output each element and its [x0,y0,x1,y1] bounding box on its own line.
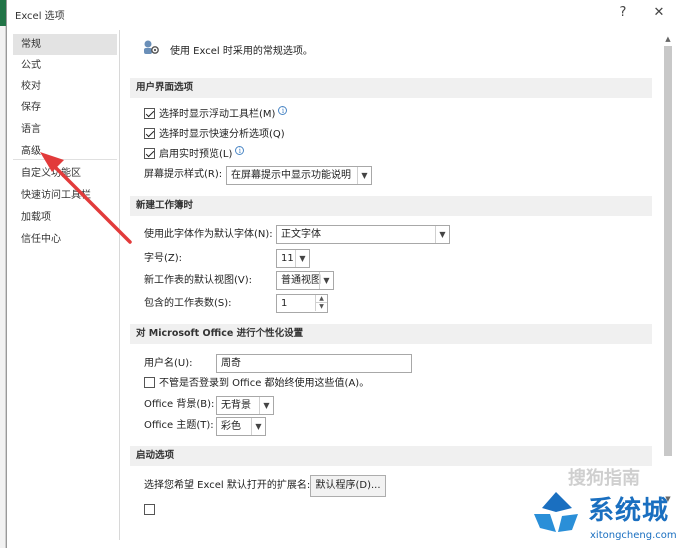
always-use-label: 不管是否登录到 Office 都始终使用这些值(A)。 [159,378,370,389]
nav-item-general[interactable]: 常规 [13,34,117,55]
nav-item-language[interactable]: 语言 [13,119,117,140]
office-background-value: 无背景 [221,400,251,411]
nav-divider [13,159,117,160]
font-size-value: 11 [281,253,294,264]
watermark-brand: 系统城 [588,496,670,526]
default-font-label: 使用此字体作为默认字体(N): [144,229,273,240]
info-icon: i [278,106,288,115]
font-size-label: 字号(Z): [144,253,183,264]
nav-item-formulas[interactable]: 公式 [13,55,117,76]
section-ui-options: 用户界面选项 [130,78,652,98]
office-background-select[interactable]: 无背景 ▼ [216,396,274,415]
general-options-icon [144,40,159,54]
default-view-select[interactable]: 普通视图 ▼ [276,271,334,290]
nav-item-save[interactable]: 保存 [13,97,117,118]
live-preview-checkbox[interactable] [144,147,155,159]
office-theme-value: 彩色 [221,421,241,432]
sheet-count-label: 包含的工作表数(S): [144,298,232,309]
chevron-down-icon: ▼ [357,167,371,184]
intro-text: 使用 Excel 时采用的常规选项。 [170,46,313,57]
nav-item-add-ins[interactable]: 加载项 [13,207,117,228]
default-font-value: 正文字体 [281,229,321,240]
section-personalize: 对 Microsoft Office 进行个性化设置 [130,324,652,344]
vertical-scrollbar[interactable]: ▲ ▼ [663,30,673,510]
section-new-workbook: 新建工作簿时 [130,196,652,216]
default-extension-label: 选择您希望 Excel 默认打开的扩展名: [144,480,311,491]
title-bar: Excel 选项 ? ✕ [7,0,682,28]
chevron-down-icon: ▼ [251,418,265,435]
stepper-down-icon[interactable]: ▼ [315,303,327,311]
sheet-count-stepper[interactable]: 1 ▲ ▼ [276,294,328,313]
nav-item-trust-center[interactable]: 信任中心 [13,229,117,250]
office-theme-label: Office 主题(T): [144,420,214,431]
stepper-up-icon[interactable]: ▲ [315,295,327,303]
chevron-down-icon: ▼ [435,226,449,243]
close-button[interactable]: ✕ [649,4,669,22]
partial-option-row[interactable] [144,502,159,520]
live-preview-label: 启用实时预览(L) [159,149,233,160]
scroll-up-icon[interactable]: ▲ [663,34,673,44]
watermark-logo-icon [534,492,578,532]
default-font-select[interactable]: 正文字体 ▼ [276,225,450,244]
nav-item-customize-ribbon[interactable]: 自定义功能区 [13,163,117,184]
chevron-down-icon: ▼ [319,272,333,289]
username-label: 用户名(U): [144,358,193,369]
scroll-thumb[interactable] [664,46,672,456]
always-use-option[interactable]: 不管是否登录到 Office 都始终使用这些值(A)。 [144,375,369,393]
quick-analysis-option[interactable]: 选择时显示快速分析选项(Q) [144,126,285,144]
watermark-url: xitongcheng.com [590,530,677,541]
default-view-value: 普通视图 [281,275,321,286]
default-programs-button[interactable]: 默认程序(D)... [310,475,386,497]
info-icon: i [235,146,245,155]
watermark-faint-text: 搜狗指南 [568,468,640,489]
nav-item-quick-access-toolbar[interactable]: 快速访问工具栏 [13,185,117,206]
office-background-label: Office 背景(B): [144,399,215,410]
live-preview-option[interactable]: 启用实时预览(L) i [144,146,245,164]
options-nav: 常规 公式 校对 保存 语言 高级 自定义功能区 快速访问工具栏 加载项 信任中… [13,30,117,540]
dialog-title: Excel 选项 [15,11,65,22]
sheet-count-value: 1 [281,298,288,309]
screentip-select[interactable]: 在屏幕提示中显示功能说明 ▼ [226,166,372,185]
username-input[interactable]: 周奇 [216,354,412,373]
quick-analysis-checkbox[interactable] [144,127,155,139]
chevron-down-icon: ▼ [259,397,273,414]
always-use-checkbox[interactable] [144,376,155,388]
chevron-down-icon: ▼ [295,250,309,267]
screentip-value: 在屏幕提示中显示功能说明 [231,170,351,181]
font-size-select[interactable]: 11 ▼ [276,249,310,268]
mini-toolbar-option[interactable]: 选择时显示浮动工具栏(M) i [144,106,288,124]
mini-toolbar-checkbox[interactable] [144,107,155,119]
quick-analysis-label: 选择时显示快速分析选项(Q) [159,129,285,140]
partial-option-checkbox[interactable] [144,503,155,515]
screentip-label: 屏幕提示样式(R): [144,169,223,180]
help-button[interactable]: ? [613,4,633,22]
section-startup: 启动选项 [130,446,652,466]
office-theme-select[interactable]: 彩色 ▼ [216,417,266,436]
nav-item-proofing[interactable]: 校对 [13,76,117,97]
default-view-label: 新工作表的默认视图(V): [144,275,253,286]
mini-toolbar-label: 选择时显示浮动工具栏(M) [159,109,276,120]
